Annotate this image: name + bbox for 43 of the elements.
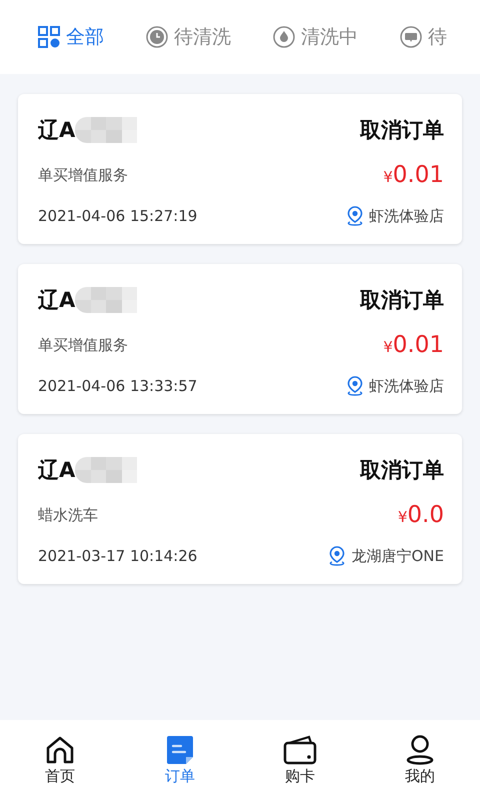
nav-item[interactable]: 购卡 <box>240 720 360 800</box>
grid-icon <box>38 26 60 48</box>
filter-tab[interactable]: 清洗中 <box>273 24 358 50</box>
order-time: 2021-04-06 13:33:57 <box>38 377 198 395</box>
clock-icon <box>146 26 168 48</box>
order-card[interactable]: 辽A 取消订单 蜡水洗车 ¥0.0 2021-03-17 10:14:26 龙湖唐宁ONE <box>18 434 462 584</box>
filter-tab[interactable]: 待清洗 <box>146 24 231 50</box>
service-name: 单买增值服务 <box>38 336 128 354</box>
order-card[interactable]: 辽A 取消订单 单买增值服务 ¥0.01 2021-04-06 15:27:19 虾洗体验店 <box>18 94 462 244</box>
service-name: 单买增值服务 <box>38 166 128 184</box>
wallet-icon <box>283 734 317 764</box>
user-icon <box>406 734 434 764</box>
filter-tab[interactable]: 待 <box>400 24 447 50</box>
license-plate: 辽A <box>38 287 76 314</box>
nav-item[interactable]: 我的 <box>360 720 480 800</box>
order-time: 2021-03-17 10:14:26 <box>38 547 198 565</box>
store-name: 龙湖唐宁ONE <box>351 546 444 566</box>
nav-item[interactable]: 首页 <box>0 720 120 800</box>
store-name: 虾洗体验店 <box>369 206 444 226</box>
nav-item[interactable]: 订单 <box>120 720 240 800</box>
blur-mosaic <box>75 117 138 143</box>
drop-icon <box>273 26 295 48</box>
cancel-order-button[interactable]: 取消订单 <box>360 456 444 484</box>
order-card[interactable]: 辽A 取消订单 单买增值服务 ¥0.01 2021-04-06 13:33:57 虾洗体验店 <box>18 264 462 414</box>
order-price: ¥0.0 <box>398 502 444 528</box>
license-plate: 辽A <box>38 457 76 484</box>
home-icon <box>45 734 75 764</box>
blur-mosaic <box>75 287 138 313</box>
order-time: 2021-04-06 15:27:19 <box>38 207 198 225</box>
license-plate: 辽A <box>38 117 76 144</box>
cancel-order-button[interactable]: 取消订单 <box>360 286 444 314</box>
service-name: 蜡水洗车 <box>38 506 98 524</box>
location-pin-icon <box>346 206 364 226</box>
document-icon <box>166 734 194 764</box>
filter-tab[interactable]: 全部 <box>38 24 104 50</box>
message-icon <box>400 26 422 48</box>
order-price: ¥0.01 <box>383 332 444 358</box>
order-price: ¥0.01 <box>383 162 444 188</box>
location-pin-icon <box>328 546 346 566</box>
store-name: 虾洗体验店 <box>369 376 444 396</box>
blur-mosaic <box>75 457 138 483</box>
location-pin-icon <box>346 376 364 396</box>
cancel-order-button[interactable]: 取消订单 <box>360 116 444 144</box>
